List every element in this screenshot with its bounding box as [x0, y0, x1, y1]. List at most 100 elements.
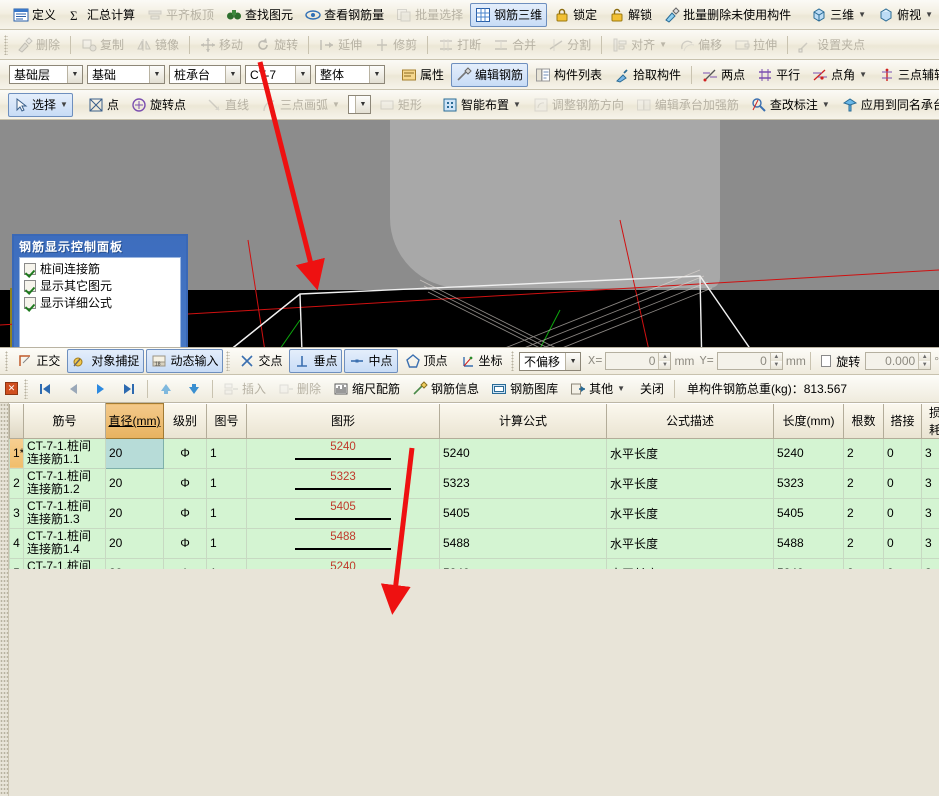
rotate-stepper-arrows[interactable]: ▲ ▼	[918, 353, 931, 369]
column-header-count[interactable]: 根数	[843, 403, 884, 439]
toolbar-button-平行[interactable]: 平行	[752, 63, 805, 87]
rebar-option-row[interactable]: 桩间连接筋	[24, 261, 180, 277]
row-number-cell[interactable]: 2	[9, 467, 24, 499]
toolbar-button-构件列表[interactable]: 构件列表	[530, 63, 607, 87]
chevron-down-icon[interactable]: ▼	[67, 66, 82, 83]
toolbar-button-批量删除未使用构件[interactable]: 批量删除未使用构件	[659, 3, 796, 27]
chevron-down-icon[interactable]: ▼	[659, 40, 667, 49]
toolbar-button-旋转点[interactable]: 旋转点	[126, 93, 191, 117]
cell-grade[interactable]: Φ	[163, 467, 207, 499]
cell-tuhao[interactable]: 1	[206, 467, 247, 499]
combo-component-name[interactable]: CT-7 ▼	[245, 65, 311, 84]
rebar-table-container[interactable]: 筋号 直径(mm) 级别 图号 图形 计算公式 公式描述 长度(mm) 根数 搭接 损耗 1* CT-…	[9, 403, 939, 569]
cell-diameter[interactable]: 20	[105, 437, 164, 469]
cell-length[interactable]: 5323	[773, 467, 844, 499]
row-number-cell[interactable]: 1*	[9, 437, 24, 469]
nav-down-button[interactable]	[181, 377, 207, 401]
table-row[interactable]: 3 CT-7-1.桩间连接筋1.3 20 Φ 1 5405 5405 水平长度 5405 2 0 3	[9, 497, 939, 529]
cell-desc[interactable]: 水平长度	[606, 527, 774, 559]
cell-grade[interactable]: Φ	[163, 497, 207, 529]
toolbar-button-编辑钢筋[interactable]: 编辑钢筋	[451, 62, 529, 87]
cell-lap[interactable]: 0	[883, 497, 922, 529]
toolbar-button-拾取构件[interactable]: 拾取构件	[609, 63, 686, 87]
column-header-diameter[interactable]: 直径(mm)	[105, 403, 164, 439]
offset-mode-select[interactable]: 不偏移 ▼	[518, 351, 582, 371]
cell-length[interactable]: 5488	[773, 527, 844, 559]
toolbar-button-查看钢筋量[interactable]: 查看钢筋量	[300, 3, 389, 27]
toolbar-button-查找图元[interactable]: 查找图元	[221, 3, 298, 27]
row-number-cell[interactable]: 5	[9, 557, 24, 569]
toolbar-button-属性[interactable]: 属性	[396, 63, 449, 87]
snap-toggle-正交[interactable]: 正交	[12, 349, 65, 373]
close-icon[interactable]: ✕	[5, 382, 18, 395]
cell-lap[interactable]: 0	[883, 467, 922, 499]
cell-lap[interactable]: 0	[883, 527, 922, 559]
cell-length[interactable]: 5405	[773, 497, 844, 529]
snap-toggle-垂点[interactable]: 垂点	[289, 349, 343, 373]
cell-jinhao[interactable]: CT-7-1.桩间连接筋1.2	[23, 467, 106, 499]
snap-toggle-动态输入[interactable]: 18 动态输入	[146, 349, 224, 373]
rebar-toolbar-button-钢筋图库[interactable]: 钢筋图库	[486, 377, 563, 401]
cell-jinhao[interactable]: CT-7-1.桩间连接筋1.4	[23, 527, 106, 559]
toolbar-button-三维[interactable]: 三维 ▼	[806, 3, 871, 27]
rebar-option-row[interactable]: 显示详细公式	[24, 295, 180, 311]
cell-shape[interactable]: 5405	[246, 497, 440, 529]
column-header-lap[interactable]: 搭接	[883, 403, 922, 439]
cell-formula[interactable]: 5240	[439, 437, 607, 469]
cell-loss[interactable]: 3	[921, 557, 939, 569]
column-header-tuhao[interactable]: 图号	[206, 403, 247, 439]
rotate-checkbox[interactable]	[820, 355, 832, 367]
snapbar-grip-mid[interactable]	[226, 351, 231, 371]
cell-tuhao[interactable]: 1	[206, 437, 247, 469]
chevron-down-icon[interactable]: ▼	[565, 352, 581, 370]
cell-diameter[interactable]: 20	[105, 527, 164, 559]
toolbar-button-定义[interactable]: 定义	[8, 3, 61, 27]
column-header-grade[interactable]: 级别	[163, 403, 207, 439]
cell-grade[interactable]: Φ	[163, 527, 207, 559]
toolbar-button-俯视[interactable]: 俯视 ▼	[873, 3, 938, 27]
chevron-down-icon[interactable]: ▼	[925, 10, 933, 19]
combo-draw-mode[interactable]: ▼	[347, 95, 371, 114]
cell-count[interactable]: 2	[843, 467, 884, 499]
cell-count[interactable]: 2	[843, 527, 884, 559]
rebar-toolbar-button-钢筋信息[interactable]: 钢筋信息	[407, 377, 484, 401]
chevron-down-icon[interactable]: ▼	[149, 66, 164, 83]
cell-shape[interactable]: 5323	[246, 467, 440, 499]
toolbar-button-两点[interactable]: 两点	[697, 63, 750, 87]
combo-level[interactable]: 基础层 ▼	[9, 65, 83, 84]
nav-first-button[interactable]	[32, 377, 58, 401]
column-header-length[interactable]: 长度(mm)	[773, 403, 844, 439]
toolbar-button-锁定[interactable]: 锁定	[549, 3, 602, 27]
toolbar-button-选择[interactable]: 选择 ▼	[8, 92, 73, 117]
cell-loss[interactable]: 3	[921, 467, 939, 499]
toolbar-button-点角[interactable]: 点角 ▼	[807, 63, 872, 87]
nav-last-button[interactable]	[116, 377, 142, 401]
table-row[interactable]: 5CT-7-1.桩间连接筋2.120Φ152405240水平长度5240203	[9, 557, 939, 569]
cell-tuhao[interactable]: 1	[206, 497, 247, 529]
chevron-down-icon[interactable]: ▼	[859, 70, 867, 79]
table-row[interactable]: 1* CT-7-1.桩间连接筋1.1 20 Φ 1 5240 5240 水平长度 5240 2 0 3	[9, 437, 939, 469]
cell-desc[interactable]: 水平长度	[606, 467, 774, 499]
combo-component-type[interactable]: 桩承台 ▼	[169, 65, 241, 84]
cell-formula[interactable]: 5323	[439, 467, 607, 499]
cell-formula[interactable]: 5240	[439, 557, 607, 569]
snap-toggle-交点[interactable]: 交点	[234, 349, 287, 373]
toolbar-grip[interactable]	[4, 34, 8, 55]
toolbar-button-解锁[interactable]: 解锁	[604, 3, 657, 27]
cell-loss[interactable]: 3	[921, 437, 939, 469]
chevron-down-icon[interactable]: ▼	[369, 66, 384, 83]
snapbar-grip-2[interactable]	[510, 351, 514, 371]
chevron-down-icon[interactable]: ▼	[332, 100, 340, 109]
rebar-toolbar-button-其他[interactable]: 其他 ▼	[565, 377, 630, 401]
snap-toggle-坐标[interactable]: 坐标	[455, 349, 508, 373]
cell-count[interactable]: 2	[843, 437, 884, 469]
cell-grade[interactable]: Φ	[163, 557, 207, 569]
cell-desc[interactable]: 水平长度	[606, 557, 774, 569]
combo-category[interactable]: 基础 ▼	[87, 65, 165, 84]
snap-toggle-中点[interactable]: 中点	[344, 349, 398, 373]
toolbar-button-点[interactable]: 点	[83, 93, 124, 117]
column-header-shape[interactable]: 图形	[246, 403, 440, 439]
chevron-down-icon[interactable]: ▼	[513, 100, 521, 109]
chevron-down-icon[interactable]: ▼	[354, 96, 370, 113]
cell-diameter[interactable]: 20	[105, 497, 164, 529]
